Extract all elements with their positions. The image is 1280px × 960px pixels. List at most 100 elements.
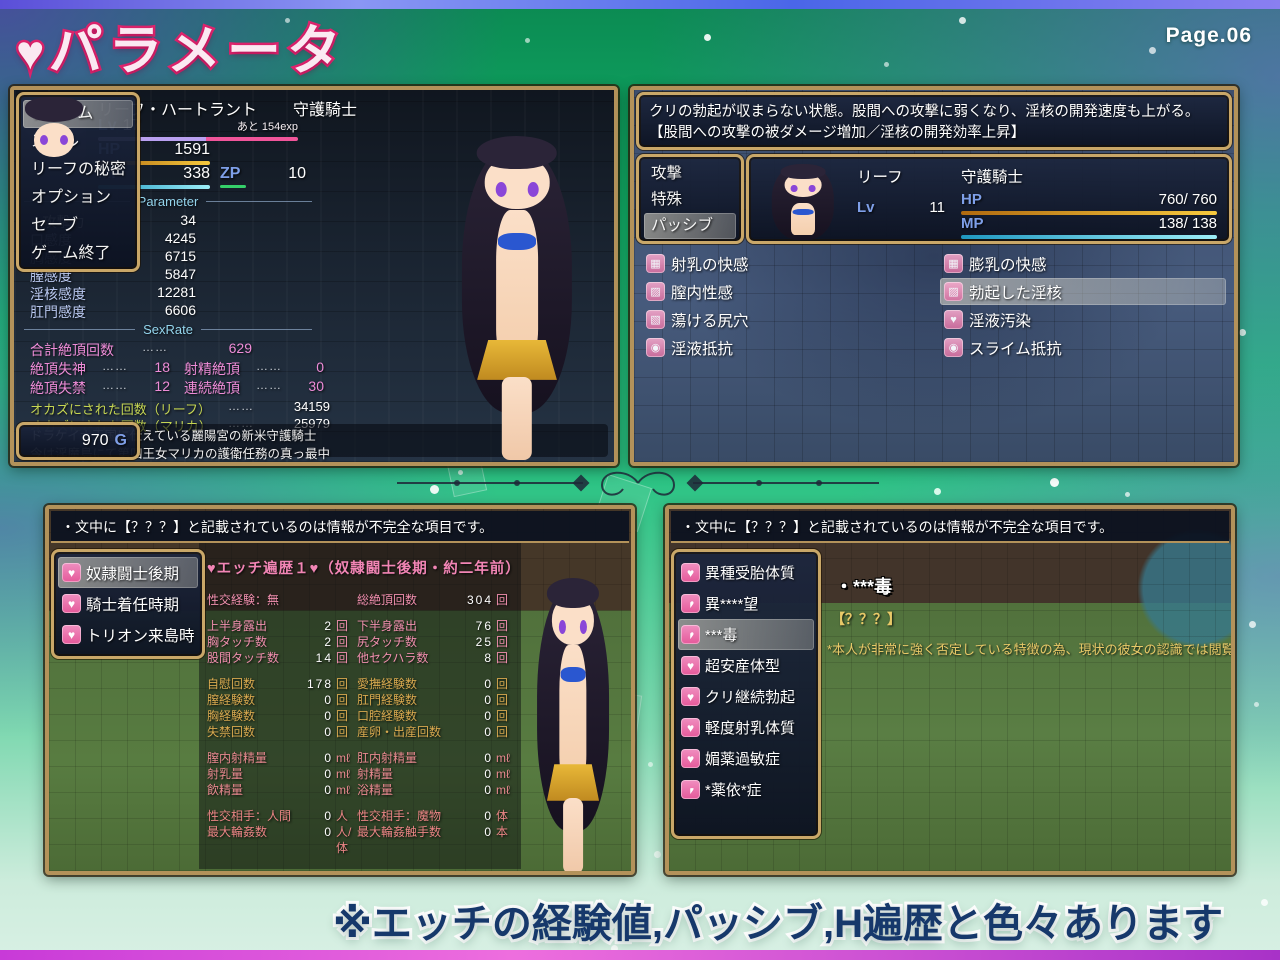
trait-label: 超安産体型 bbox=[705, 655, 780, 676]
history-panel: ・文中に【？？？】と記載されているのは情報が不完全な項目です。 ♥奴隷闘士後期 … bbox=[45, 505, 635, 875]
zp-value: 10 bbox=[288, 165, 306, 183]
stat-label: 射精量 bbox=[357, 766, 457, 782]
command-special[interactable]: 特殊 bbox=[644, 187, 736, 213]
mp-value: 338 bbox=[183, 165, 210, 183]
stat-unit: 回 bbox=[493, 592, 519, 608]
stat-label: 射乳量 bbox=[207, 766, 303, 782]
heart-icon: ♥ bbox=[681, 718, 700, 737]
stat-unit: mℓ bbox=[333, 782, 357, 798]
history-stats: ♥エッチ遍歴１♥（奴隷闘士後期・約二年前） 性交経験：無 総絶頂回数 304 回… bbox=[207, 557, 519, 875]
stat-unit: 回 bbox=[333, 676, 357, 692]
stat-row: 性交相手：人間0人性交相手：魔物0体 bbox=[207, 808, 519, 824]
stat-value: 0 bbox=[303, 724, 333, 740]
stat-label: 性交相手：人間 bbox=[207, 808, 303, 824]
stat-unit: mℓ bbox=[333, 766, 357, 782]
trait-item[interactable]: ♥クリ継続勃起 bbox=[678, 681, 814, 712]
trait-item[interactable]: ♥ 軽度射乳体質 bbox=[678, 712, 814, 743]
tab-label: 騎士着任時期 bbox=[86, 593, 179, 615]
mp-bar bbox=[961, 235, 1217, 239]
stat-label: 産卵・出産回数 bbox=[357, 724, 457, 740]
zp-row: ZP 10 bbox=[220, 165, 306, 183]
tab-knight-era[interactable]: ♥騎士着任時期 bbox=[58, 588, 198, 619]
stat-label: 膣経験数 bbox=[207, 692, 303, 708]
stat-unit: 回 bbox=[333, 708, 357, 724]
passive-item-selected[interactable]: ▨勃起した淫核 bbox=[940, 278, 1226, 305]
stat-label: 性交相手：魔物 bbox=[357, 808, 457, 824]
param-row: 肛門感度6606 bbox=[30, 302, 196, 322]
menu-item-save[interactable]: セーブ bbox=[23, 212, 133, 240]
passive-item[interactable]: ▧蕩ける尻穴 bbox=[642, 306, 928, 333]
trait-item[interactable]: ♥*薬依*症 bbox=[678, 774, 814, 805]
trait-item[interactable]: ♥媚薬過敏症 bbox=[678, 743, 814, 774]
game-screen: ♥パラメータ Page.06 リーフ・ハートラント 守護騎士 Lv 17 あと … bbox=[0, 0, 1280, 960]
heart-icon: ♥ bbox=[62, 563, 81, 582]
menu-item-quit[interactable]: ゲーム終了 bbox=[23, 240, 133, 268]
stat-label: 他セクハラ数 bbox=[357, 650, 457, 666]
stat-unit: 回 bbox=[493, 650, 519, 666]
stat-label: 口腔経験数 bbox=[357, 708, 457, 724]
passive-label: 膨乳の快感 bbox=[969, 253, 1047, 275]
passive-label: 射乳の快感 bbox=[671, 253, 749, 275]
heart-icon: ♥ bbox=[16, 27, 45, 80]
stat-row: 射乳量0mℓ射精量0mℓ bbox=[207, 766, 519, 782]
zp-label: ZP bbox=[220, 165, 240, 183]
stat-label: 肛門経験数 bbox=[357, 692, 457, 708]
stat-value: 12 bbox=[140, 378, 170, 398]
trait-item[interactable]: ♥異****望 bbox=[678, 588, 814, 619]
passive-icon: ♥ bbox=[944, 310, 963, 329]
stat-unit: 回 bbox=[333, 724, 357, 740]
stat-unit: 人 bbox=[333, 808, 357, 824]
trait-label: 軽度射乳体質 bbox=[705, 717, 795, 738]
trait-item-selected[interactable]: ♥***毒 bbox=[678, 619, 814, 650]
stat-unit: 回 bbox=[493, 708, 519, 724]
stat-value: 0 bbox=[303, 808, 333, 824]
stat-value: 304 bbox=[433, 592, 493, 608]
stat-value: 0 bbox=[303, 692, 333, 708]
stat-unit: 本 bbox=[493, 824, 519, 856]
trait-item[interactable]: ♥超安産体型 bbox=[678, 650, 814, 681]
stat-value: 0 bbox=[294, 359, 324, 379]
partial-heart-icon: ♥ bbox=[681, 780, 700, 799]
tab-trion-era[interactable]: ♥トリオン来島時 bbox=[58, 619, 198, 650]
sexrate-total-label: 合計絶頂回数 bbox=[30, 340, 142, 360]
command-passive[interactable]: パッシブ bbox=[644, 213, 736, 239]
stat-label: 尻タッチ数 bbox=[357, 634, 457, 650]
stat-label: 連続絶頂 bbox=[184, 378, 256, 398]
gold-window: 970 G bbox=[16, 422, 140, 460]
menu-item-secret[interactable]: リーフの秘密 bbox=[23, 156, 133, 184]
passive-icon: ▧ bbox=[646, 310, 665, 329]
unit-name: リーフ bbox=[857, 165, 903, 187]
incomplete-note: ・文中に【？？？】と記載されているのは情報が不完全な項目です。 bbox=[51, 511, 629, 543]
stat-label: 股間タッチ数 bbox=[207, 650, 303, 666]
stat-unit: mℓ bbox=[493, 782, 519, 798]
stat-value: 0 bbox=[457, 750, 493, 766]
passive-item[interactable]: ♥淫液汚染 bbox=[940, 306, 1226, 333]
tab-slave-fighter-era[interactable]: ♥奴隷闘士後期 bbox=[58, 557, 198, 588]
param-value: 34 bbox=[180, 212, 196, 232]
passive-item[interactable]: ▦膨乳の快感 bbox=[940, 250, 1226, 277]
passive-item[interactable]: ◉スライム抵抗 bbox=[940, 334, 1226, 361]
stats-panel: リーフ・ハートラント 守護騎士 Lv 17 あと 154exp HP 1591 … bbox=[10, 86, 618, 466]
command-attack[interactable]: 攻撃 bbox=[644, 161, 736, 187]
stat-value: 30 bbox=[294, 378, 324, 398]
passive-list: ▦射乳の快感 ▦膨乳の快感 ▨膣内性感 ▨勃起した淫核 ▧蕩ける尻穴 ♥淫液汚染… bbox=[642, 250, 1226, 361]
stat-unit: 回 bbox=[333, 650, 357, 666]
passive-item[interactable]: ▨膣内性感 bbox=[642, 278, 928, 305]
stat-unit: 回 bbox=[333, 618, 357, 634]
menu-item-options[interactable]: オプション bbox=[23, 184, 133, 212]
passive-icon: ◉ bbox=[944, 338, 963, 357]
sexrate-row: 絶頂失神……18 射精絶頂……0 bbox=[30, 359, 322, 379]
page-number: Page.06 bbox=[1166, 24, 1252, 48]
level-value: 11 bbox=[929, 199, 945, 216]
passive-item[interactable]: ▦射乳の快感 bbox=[642, 250, 928, 277]
trait-item[interactable]: ♥異種受胎体質 bbox=[678, 557, 814, 588]
stat-value: 0 bbox=[457, 766, 493, 782]
battle-command-window: 攻撃 特殊 パッシブ bbox=[636, 154, 744, 244]
stat-label: 飲精量 bbox=[207, 782, 303, 798]
stat-unit: mℓ bbox=[493, 750, 519, 766]
passive-icon: ◉ bbox=[646, 338, 665, 357]
traits-panel: ・文中に【？？？】と記載されているのは情報が不完全な項目です。 ♥異種受胎体質 … bbox=[665, 505, 1235, 875]
half-heart-icon: ♥ bbox=[681, 594, 700, 613]
param-row: 淫核感度12281 bbox=[30, 284, 196, 304]
passive-item[interactable]: ◉淫液抵抗 bbox=[642, 334, 928, 361]
